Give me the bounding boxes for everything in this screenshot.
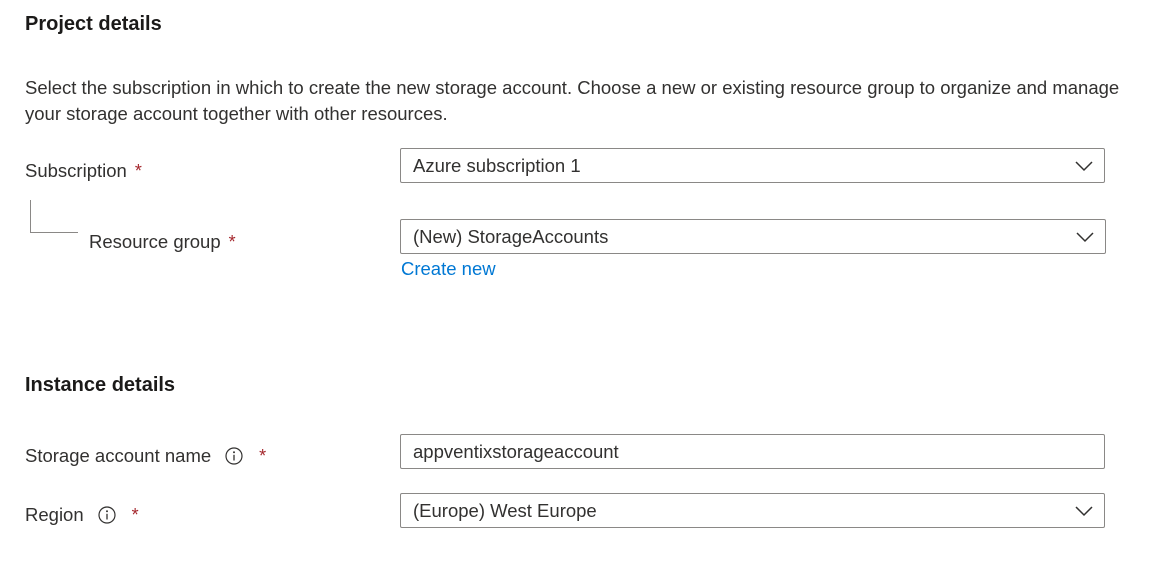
instance-details-heading: Instance details [25,374,176,396]
project-details-description: Select the subscription in which to crea… [25,77,1120,124]
required-indicator: * [131,504,139,525]
region-dropdown[interactable]: (Europe) West Europe [400,493,1105,528]
required-indicator: * [228,231,236,252]
chevron-down-icon [1074,505,1094,517]
resource-group-selected-value: (New) StorageAccounts [413,225,609,247]
region-label-text: Region [25,504,84,525]
required-indicator: * [134,160,142,181]
subscription-selected-value: Azure subscription 1 [413,154,581,176]
resource-group-dropdown[interactable]: (New) StorageAccounts [400,219,1106,254]
info-icon[interactable] [98,506,116,524]
region-label: Region * [25,502,139,528]
chevron-down-icon [1075,231,1095,243]
storage-account-name-label-text: Storage account name [25,445,212,466]
subscription-dropdown[interactable]: Azure subscription 1 [400,148,1105,183]
storage-account-name-input[interactable] [401,435,1104,468]
info-icon[interactable] [225,447,243,465]
chevron-down-icon [1074,160,1094,172]
tree-connector [30,200,78,233]
subscription-label-text: Subscription [25,160,127,181]
create-new-resource-group-link[interactable]: Create new [401,258,496,280]
required-indicator: * [259,445,267,466]
project-details-heading: Project details [25,13,162,35]
storage-account-name-label: Storage account name * [25,443,266,469]
subscription-label: Subscription * [25,158,142,184]
resource-group-label: Resource group * [89,229,236,255]
resource-group-label-text: Resource group [89,231,221,252]
storage-account-name-field[interactable] [400,434,1105,469]
region-selected-value: (Europe) West Europe [413,499,597,521]
